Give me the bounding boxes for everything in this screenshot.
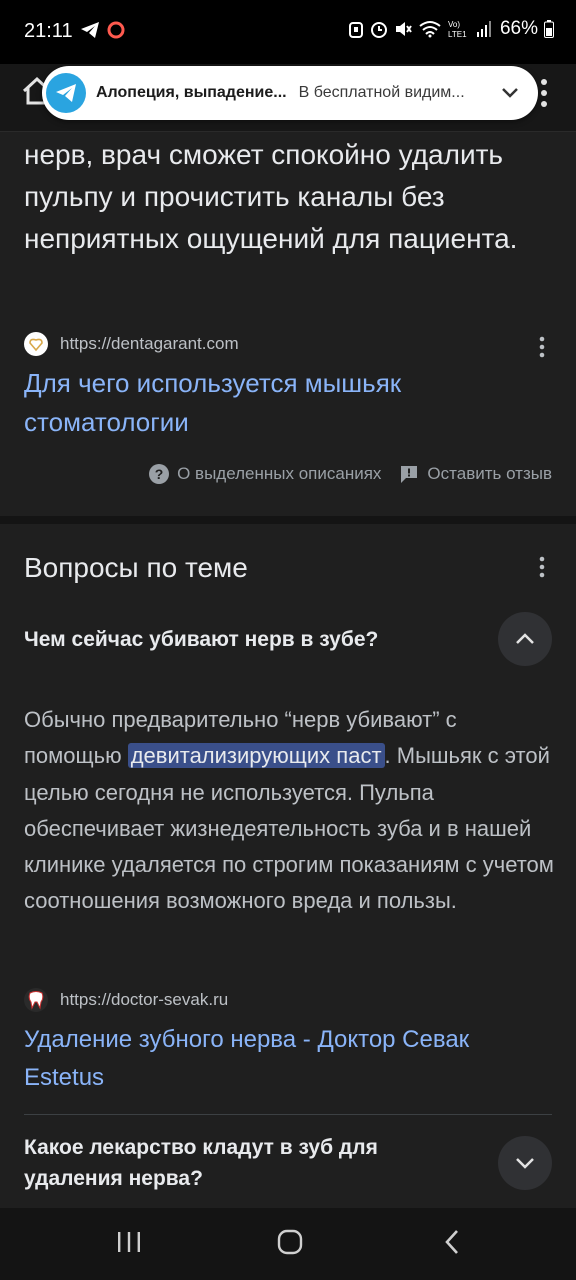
about-snippets-label: О выделенных описаниях [177, 464, 382, 483]
telegram-send-icon [81, 22, 99, 38]
question-2[interactable]: Какое лекарство кладут в зуб для удалени… [24, 1132, 464, 1194]
answer-result-link[interactable]: Удаление зубного нерва - Доктор Севак Es… [24, 1021, 544, 1097]
mute-icon [395, 22, 412, 36]
chevron-down-icon [516, 1158, 534, 1169]
telegram-icon [46, 73, 86, 113]
answer-highlight: девитализирующих паст [127, 743, 385, 769]
status-left-icons [80, 20, 126, 40]
notification-title: Алопеция, выпадение... [96, 84, 287, 101]
svg-text:?: ? [155, 466, 164, 482]
site-favicon [24, 332, 48, 356]
browser-menu-icon[interactable] [540, 78, 548, 108]
feedback-link[interactable]: Оставить отзыв [399, 464, 552, 484]
wifi-icon [419, 21, 441, 38]
question-1-answer: Обычно предварительно “нерв убивают” с п… [24, 702, 556, 920]
chevron-up-icon [516, 633, 534, 644]
answer-source-url: https://doctor-sevak.ru [60, 990, 229, 1009]
feedback-icon [401, 466, 418, 483]
recent-apps-icon[interactable] [116, 1228, 142, 1256]
system-navigation-bar [0, 1208, 576, 1280]
more-options-icon[interactable] [538, 336, 546, 358]
back-icon[interactable] [442, 1228, 462, 1256]
status-time: 21:11 [24, 20, 73, 42]
svg-text:LTE1: LTE1 [448, 30, 467, 39]
alarm-icon [348, 22, 363, 38]
status-right-icons: Vo) LTE1 66% [348, 18, 554, 40]
screen: 21:11 Vo) LTE1 66% Алопеция, выпадение...… [0, 0, 576, 1280]
svg-text:Vo): Vo) [448, 20, 460, 29]
notification-text: В бесплатной видим... [298, 84, 465, 101]
battery-icon [544, 20, 554, 38]
featured-snippet-text: нерв, врач сможет спокойно удалить пульп… [24, 139, 518, 254]
chevron-down-icon[interactable] [502, 88, 518, 98]
answer-source[interactable]: https://doctor-sevak.ru [24, 988, 228, 1012]
related-questions-title: Вопросы по теме [24, 552, 248, 583]
status-bar: 21:11 Vo) LTE1 66% [0, 0, 576, 64]
source-url: https://dentagarant.com [60, 334, 239, 353]
home-button-icon[interactable] [276, 1228, 304, 1256]
question-1[interactable]: Чем сейчас убивают нерв в зубе? [24, 624, 464, 655]
section-divider [0, 516, 576, 524]
about-snippets-link[interactable]: ? О выделенных описаниях [149, 464, 381, 484]
signal-icon [476, 21, 491, 37]
feedback-row: ? О выделенных описаниях Оставить отзыв [0, 464, 552, 484]
telegram-notification[interactable]: Алопеция, выпадение... В бесплатной види… [42, 66, 538, 120]
feedback-label: Оставить отзыв [427, 464, 552, 483]
snippet-source[interactable]: https://dentagarant.com [24, 332, 239, 356]
battery-percent: 66% [499, 18, 538, 39]
help-icon: ? [149, 464, 170, 484]
record-icon [107, 21, 125, 39]
question-divider [24, 1114, 552, 1115]
answer-text-end: . Мышьяк с этой целью сегодня не использ… [24, 743, 554, 914]
question-2-expand-button[interactable] [498, 1136, 552, 1190]
search-results: нерв, врач сможет спокойно удалить пульп… [0, 132, 576, 1208]
result-link[interactable]: Для чего используется мышьяк стоматологи… [24, 364, 544, 442]
related-more-icon[interactable] [538, 556, 546, 578]
question-1-collapse-button[interactable] [498, 612, 552, 666]
tooth-favicon [24, 988, 48, 1012]
clock-icon [370, 22, 387, 38]
volte-icon: Vo)LTE1 [448, 20, 467, 39]
